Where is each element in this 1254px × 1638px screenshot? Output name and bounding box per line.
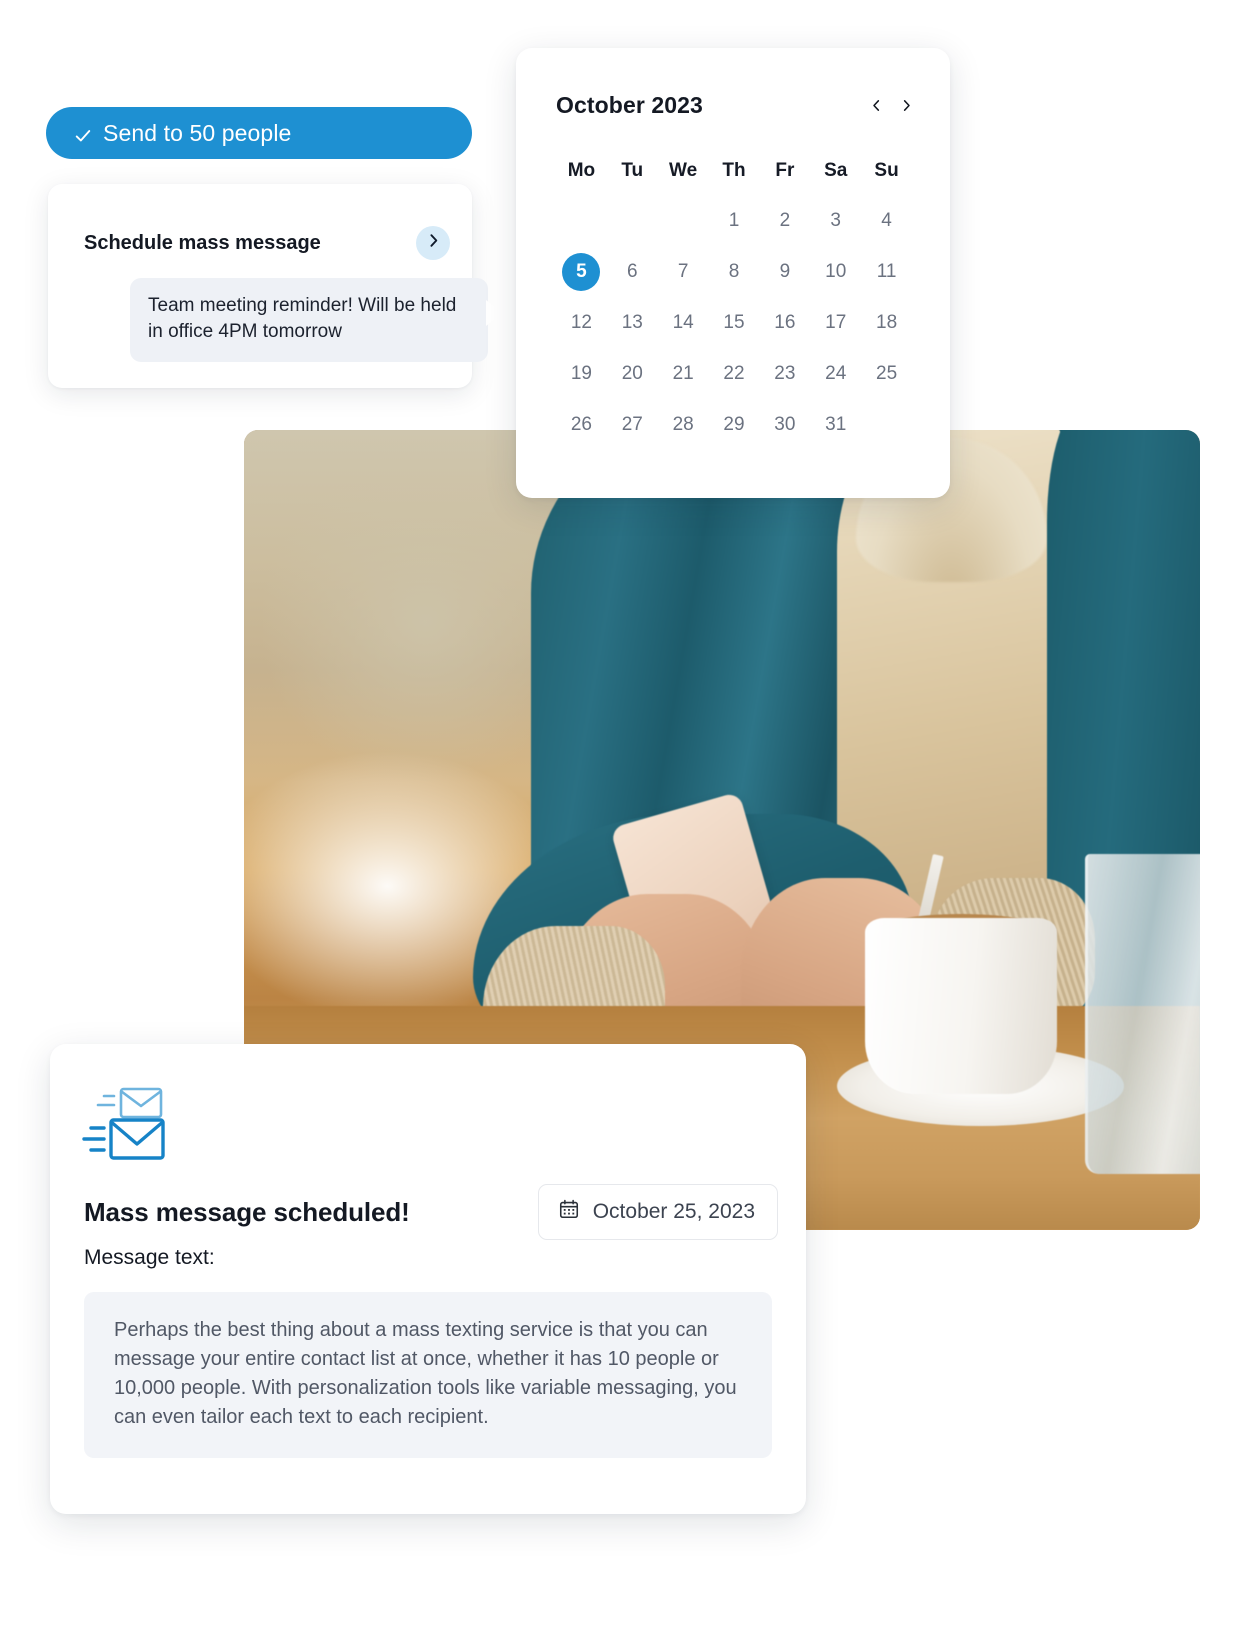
calendar-header: October 2023 [556, 92, 914, 119]
calendar-day-blank [658, 204, 709, 237]
calendar-day[interactable]: 8 [709, 255, 760, 288]
calendar-nav [868, 98, 914, 118]
calendar-day[interactable]: 28 [658, 408, 709, 441]
calendar-day[interactable]: 10 [810, 255, 861, 288]
confirmation-title: Mass message scheduled! [84, 1196, 410, 1227]
send-pill-label: Send to 50 people [103, 119, 292, 146]
schedule-card-title: Schedule mass message [84, 231, 321, 254]
calendar-icon [558, 1198, 580, 1226]
calendar-weekday-mo: Mo [567, 160, 596, 181]
calendar-day-blank [556, 204, 607, 237]
calendar-day-number: 5 [576, 261, 587, 282]
schedule-open-button[interactable] [416, 226, 450, 260]
calendar-day[interactable]: 21 [658, 357, 709, 390]
calendar-weekday-tu: Tu [621, 160, 644, 181]
calendar-weekday-th: Th [722, 160, 746, 181]
message-preview-bubble: Team meeting reminder! Will be held in o… [130, 278, 503, 362]
calendar-day[interactable]: 16 [759, 306, 810, 339]
calendar-day[interactable]: 24 [810, 357, 861, 390]
calendar-day[interactable]: 22 [709, 357, 760, 390]
calendar-day[interactable]: 2 [759, 204, 810, 237]
calendar-day[interactable]: 1 [709, 204, 760, 237]
calendar-day[interactable]: 20 [607, 357, 658, 390]
send-to-people-pill[interactable]: Send to 50 people [46, 107, 472, 159]
chevron-right-icon [899, 98, 914, 118]
message-preview-text: Team meeting reminder! Will be held in o… [148, 295, 457, 342]
scheduled-date-label: October 25, 2023 [592, 1200, 755, 1223]
calendar-weekday-su: Su [874, 160, 899, 181]
calendar-day-selected[interactable]: 5 [556, 252, 607, 291]
calendar-weekday-sa: Sa [824, 160, 848, 181]
calendar-day[interactable]: 13 [607, 306, 658, 339]
calendar-month-title: October 2023 [556, 92, 703, 118]
calendar-day[interactable]: 6 [607, 255, 658, 288]
calendar-day[interactable]: 31 [810, 408, 861, 441]
page-root: Send to 50 people Schedule mass message … [0, 0, 1254, 1638]
calendar-day[interactable]: 7 [658, 255, 709, 288]
calendar-day[interactable]: 25 [861, 357, 912, 390]
message-text-label: Message text: [84, 1246, 215, 1269]
photo-coffee-cup [865, 918, 1057, 1094]
message-text-body: Perhaps the best thing about a mass text… [84, 1292, 772, 1458]
schedule-mass-message-card: Schedule mass message Team meeting remin… [48, 184, 503, 388]
calendar-day[interactable]: 12 [556, 306, 607, 339]
photo-water-glass [1085, 854, 1200, 1174]
calendar-next-month-button[interactable] [898, 98, 914, 118]
calendar-day[interactable]: 18 [861, 306, 912, 339]
calendar-grid: Mo Tu We Th Fr Sa Su 1 2 3 4 5 6 7 8 9 10 11 12 13 14 15 16 17 1… [556, 156, 912, 441]
schedule-header-row: Schedule mass message [84, 226, 450, 260]
chevron-right-icon [425, 232, 442, 254]
bubble-tail [486, 300, 503, 326]
calendar-weekday-fr: Fr [775, 160, 795, 181]
calendar-day[interactable]: 15 [709, 306, 760, 339]
calendar-card: October 2023 Mo Tu We Th Fr Sa Su 1 2 3 … [516, 48, 950, 498]
calendar-day[interactable]: 30 [759, 408, 810, 441]
calendar-day[interactable]: 23 [759, 357, 810, 390]
check-icon [74, 124, 92, 142]
calendar-day-blank [607, 204, 658, 237]
calendar-day[interactable]: 27 [607, 408, 658, 441]
calendar-day[interactable]: 29 [709, 408, 760, 441]
calendar-day[interactable]: 9 [759, 255, 810, 288]
calendar-day[interactable]: 3 [810, 204, 861, 237]
calendar-prev-month-button[interactable] [868, 98, 884, 118]
mass-mail-icon [80, 1072, 180, 1167]
scheduled-date-badge[interactable]: October 25, 2023 [537, 1184, 778, 1240]
calendar-day[interactable]: 4 [861, 204, 912, 237]
calendar-weekday-we: We [669, 160, 698, 181]
calendar-day[interactable]: 14 [658, 306, 709, 339]
calendar-day[interactable]: 26 [556, 408, 607, 441]
confirmation-header-row: Mass message scheduled! October 25, 2023 [84, 1184, 778, 1240]
chevron-left-icon [869, 98, 884, 118]
calendar-day[interactable]: 19 [556, 357, 607, 390]
calendar-day[interactable]: 17 [810, 306, 861, 339]
calendar-day[interactable]: 11 [861, 255, 912, 288]
